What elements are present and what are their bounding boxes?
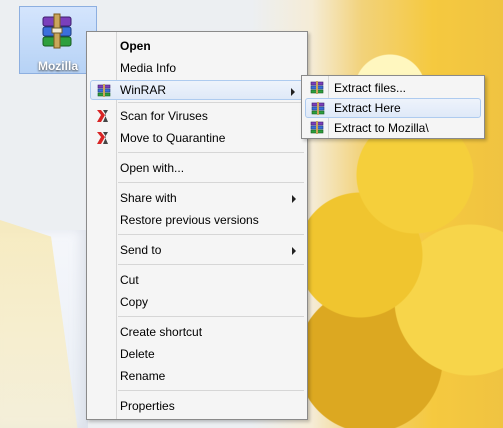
menu-item-label: Copy	[120, 295, 149, 309]
menu-item-open[interactable]: Open	[90, 36, 304, 56]
menu-item-label: Cut	[120, 273, 139, 287]
submenu-item-label: Extract to Mozilla\	[334, 121, 429, 135]
menu-item-label: Move to Quarantine	[120, 131, 226, 145]
menu-separator	[118, 316, 304, 317]
menu-item-label: Media Info	[120, 61, 177, 75]
menu-separator	[118, 102, 304, 103]
menu-item-label: Send to	[120, 243, 162, 257]
menu-separator	[118, 264, 304, 265]
menu-item-label: Properties	[120, 399, 175, 413]
submenu-item-extract-files[interactable]: Extract files...	[305, 78, 481, 98]
submenu-item-extract-here[interactable]: Extract Here	[305, 98, 481, 118]
menu-item-create-shortcut[interactable]: Create shortcut	[90, 322, 304, 342]
chevron-right-icon	[291, 88, 295, 96]
winrar-icon	[310, 81, 324, 94]
menu-item-cut[interactable]: Cut	[90, 270, 304, 290]
menu-item-copy[interactable]: Copy	[90, 292, 304, 312]
kaspersky-icon	[97, 110, 108, 122]
menu-item-label: Restore previous versions	[120, 213, 259, 227]
menu-item-move-to-quarantine[interactable]: Move to Quarantine	[90, 128, 304, 148]
menu-separator	[118, 152, 304, 153]
menu-item-restore-previous-versions[interactable]: Restore previous versions	[90, 210, 304, 230]
menu-item-open-with[interactable]: Open with...	[90, 158, 304, 178]
menu-item-rename[interactable]: Rename	[90, 366, 304, 386]
winrar-icon	[311, 102, 325, 115]
context-menu: Open Media Info WinRAR Scan for Viruses …	[86, 31, 308, 420]
menu-item-winrar[interactable]: WinRAR	[90, 80, 304, 100]
menu-separator	[118, 390, 304, 391]
menu-item-label: Create shortcut	[120, 325, 203, 339]
submenu-item-label: Extract Here	[334, 101, 401, 115]
kaspersky-icon	[97, 132, 108, 144]
menu-item-delete[interactable]: Delete	[90, 344, 304, 364]
menu-item-properties[interactable]: Properties	[90, 396, 304, 416]
menu-item-media-info[interactable]: Media Info	[90, 58, 304, 78]
winrar-icon	[310, 121, 324, 134]
menu-item-label: WinRAR	[120, 83, 167, 97]
winrar-submenu: Extract files... Extract Here Extract to…	[301, 75, 485, 139]
menu-item-send-to[interactable]: Send to	[90, 240, 304, 260]
menu-item-label: Rename	[120, 369, 166, 383]
menu-item-label: Open	[120, 39, 151, 53]
menu-separator	[118, 182, 304, 183]
menu-item-label: Scan for Viruses	[120, 109, 208, 123]
winrar-archive-icon	[42, 13, 72, 49]
chevron-right-icon	[292, 247, 296, 255]
menu-item-label: Share with	[120, 191, 177, 205]
menu-separator	[118, 234, 304, 235]
submenu-item-label: Extract files...	[334, 81, 407, 95]
menu-item-scan-for-viruses[interactable]: Scan for Viruses	[90, 106, 304, 126]
desktop-file-label: Mozilla	[37, 59, 78, 73]
menu-item-share-with[interactable]: Share with	[90, 188, 304, 208]
submenu-item-extract-to-mozilla[interactable]: Extract to Mozilla\	[305, 118, 481, 138]
menu-item-label: Open with...	[120, 161, 185, 175]
chevron-right-icon	[292, 195, 296, 203]
winrar-icon	[97, 84, 111, 97]
menu-item-label: Delete	[120, 347, 155, 361]
